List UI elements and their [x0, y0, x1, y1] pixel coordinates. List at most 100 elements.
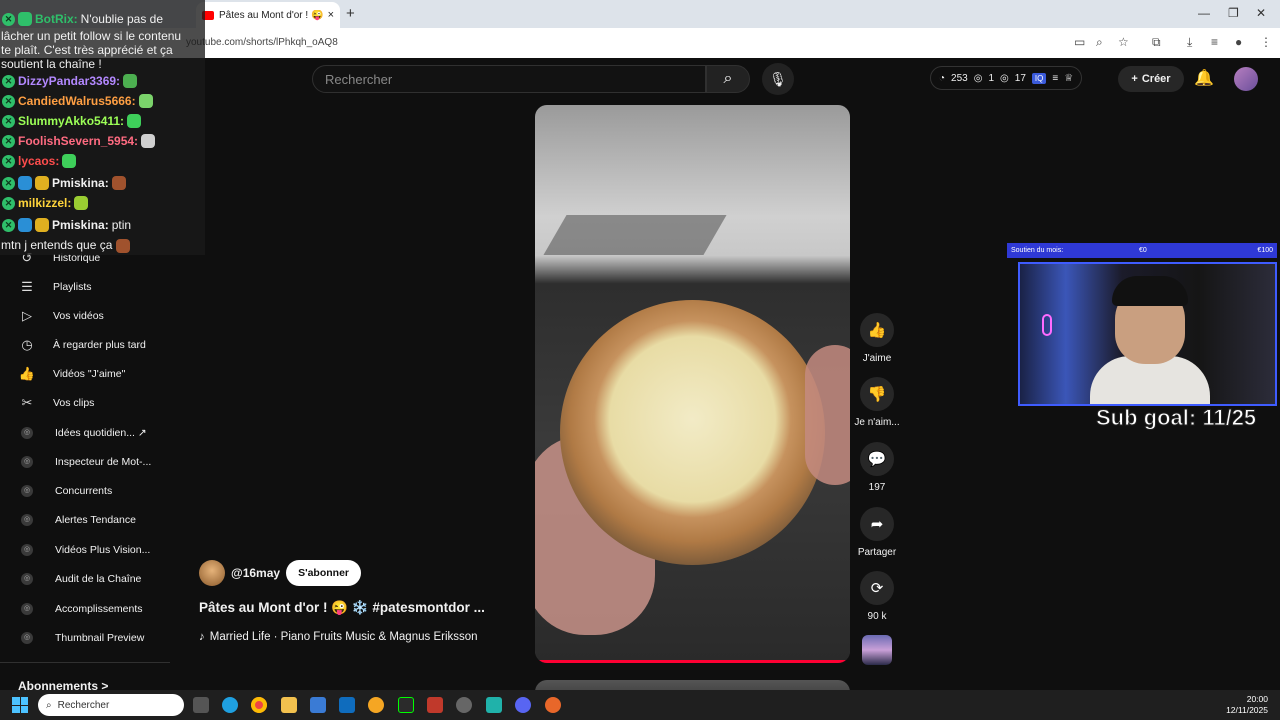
- sidebar-item-watch-later[interactable]: ◷ À regarder plus tard: [0, 331, 170, 359]
- emote-icon: [138, 94, 153, 108]
- dislike-action[interactable]: 👎 Je n'aim...: [852, 377, 902, 428]
- notifications-bell-icon[interactable]: 🔔: [1194, 68, 1214, 88]
- sidebar-item-trend-alerts[interactable]: ◎ Alertes Tendance: [0, 506, 170, 534]
- profile-icon[interactable]: ●: [1235, 35, 1242, 49]
- subscribe-button[interactable]: S'abonner: [286, 560, 361, 586]
- sidebar-item-achievements[interactable]: ◎ Accomplissements: [0, 595, 170, 623]
- trophy-icon[interactable]: ♕: [1064, 73, 1073, 84]
- moderator-badge-icon: ✕: [2, 94, 15, 108]
- share-label: Partager: [857, 547, 897, 558]
- sidebar-item-label: Vos clips: [53, 397, 95, 409]
- taskbar-search-input[interactable]: ⌕ Rechercher: [38, 694, 184, 716]
- short-title[interactable]: Pâtes au Mont d'or ! 😜 ❄️ #patesmontdor …: [199, 600, 485, 616]
- sidebar-item-most-viewed[interactable]: ◎ Vidéos Plus Vision...: [0, 536, 170, 564]
- store-icon[interactable]: [310, 697, 326, 713]
- thumbs-up-icon[interactable]: 👍: [860, 313, 894, 347]
- vidiq-icon: ◎: [21, 485, 33, 497]
- sidebar-item-label: Vidéos Plus Vision...: [55, 544, 151, 556]
- channel-name[interactable]: @16may: [231, 566, 280, 580]
- sidebar-item-liked-videos[interactable]: 👍 Vidéos "J'aime": [0, 360, 170, 388]
- windows-start-icon[interactable]: [12, 697, 28, 713]
- app-icon[interactable]: [368, 697, 384, 713]
- new-tab-button[interactable]: +: [346, 5, 355, 22]
- download-icon[interactable]: ⤓: [1187, 35, 1192, 50]
- file-explorer-icon[interactable]: [281, 697, 297, 713]
- discord-icon[interactable]: [515, 697, 531, 713]
- app-icon[interactable]: [545, 697, 561, 713]
- edge-icon[interactable]: [222, 697, 238, 713]
- sidebar-item-thumbnail-preview[interactable]: ◎ Thumbnail Preview: [0, 624, 170, 652]
- sidebar-item-label: Accomplissements: [55, 603, 143, 615]
- obs-icon[interactable]: [456, 697, 472, 713]
- task-view-icon[interactable]: [193, 697, 209, 713]
- video-pasta-bowl: [560, 300, 825, 565]
- app-icon[interactable]: [486, 697, 502, 713]
- sidebar-item-competitors[interactable]: ◎ Concurrents: [0, 477, 170, 505]
- create-button[interactable]: + Créer: [1118, 66, 1184, 92]
- tab-close-button[interactable]: ×: [328, 9, 334, 21]
- playlist-icon: ☰: [21, 279, 33, 294]
- donation-goal-current: €0: [1139, 247, 1147, 254]
- emote-icon: [18, 12, 32, 26]
- voice-search-button[interactable]: 🎙: [762, 63, 794, 95]
- cast-icon[interactable]: ▭: [1074, 35, 1085, 49]
- zoom-icon[interactable]: ⌕: [1096, 35, 1103, 50]
- chat-text: mtn j entends que ça: [1, 238, 113, 252]
- clock-icon: ◷: [21, 337, 33, 352]
- minimize-icon[interactable]: —: [1198, 6, 1210, 20]
- system-clock[interactable]: 20:00 12/11/2025: [1226, 694, 1268, 716]
- search-input[interactable]: Rechercher: [312, 65, 706, 93]
- badge-icon: [18, 218, 32, 232]
- list-icon[interactable]: ≡: [1052, 73, 1058, 84]
- share-icon[interactable]: ➦: [860, 507, 894, 541]
- search-button[interactable]: ⌕: [706, 65, 750, 93]
- comments-action[interactable]: 💬 197: [852, 442, 902, 493]
- moderator-badge-icon: ✕: [2, 196, 15, 210]
- bookmark-star-icon[interactable]: ☆: [1118, 35, 1129, 49]
- chat-username: lycaos:: [18, 154, 60, 168]
- comments-count: 197: [868, 482, 886, 493]
- app-icon[interactable]: [427, 697, 443, 713]
- sidebar-item-your-clips[interactable]: ✂ Vos clips: [0, 389, 170, 417]
- sidebar-item-daily-ideas[interactable]: ◎ Idées quotidien... ↗: [0, 419, 170, 447]
- comment-icon[interactable]: 💬: [860, 442, 894, 476]
- dislike-label: Je n'aim...: [854, 417, 900, 428]
- sidebar-item-channel-audit[interactable]: ◎ Audit de la Chaîne: [0, 565, 170, 593]
- sub-goal-counter: Sub goal: 11/25: [1095, 405, 1257, 431]
- restore-icon[interactable]: ❐: [1228, 6, 1239, 20]
- chrome-icon[interactable]: [251, 697, 267, 713]
- emote-icon: [111, 176, 126, 190]
- like-action[interactable]: 👍 J'aime: [852, 313, 902, 364]
- video-progress-bar[interactable]: [535, 660, 850, 663]
- chat-text: te plaît. C'est très apprécié et ça: [1, 43, 173, 57]
- remix-icon[interactable]: ⟳: [860, 571, 894, 605]
- remix-action[interactable]: ⟳ 90 k: [852, 571, 902, 622]
- sidebar-item-keyword-inspector[interactable]: ◎ Inspecteur de Mot-...: [0, 448, 170, 476]
- audio-app-icon[interactable]: [398, 697, 414, 713]
- close-window-icon[interactable]: ✕: [1256, 6, 1266, 20]
- menu-dots-icon[interactable]: ⋮: [1260, 35, 1272, 49]
- media-icon[interactable]: ≡: [1211, 35, 1218, 49]
- extension-stats[interactable]: ◔ 253 ◎ 1 ◎ 17 IQ ≡ ♕: [930, 66, 1083, 90]
- outlook-icon[interactable]: [339, 697, 355, 713]
- external-link-icon: ↗: [137, 427, 147, 439]
- extensions-icon[interactable]: ⧉: [1152, 35, 1161, 50]
- emote-icon: [115, 238, 130, 253]
- share-action[interactable]: ➦ Partager: [852, 507, 902, 558]
- plus-icon: +: [1131, 73, 1138, 85]
- account-avatar[interactable]: [1234, 67, 1258, 91]
- chat-message: ✕ Pmiskina: ptin: [2, 218, 131, 232]
- sidebar-item-your-videos[interactable]: ▷ Vos vidéos: [0, 302, 170, 330]
- sound-thumbnail[interactable]: [862, 635, 892, 665]
- browser-tab[interactable]: Pâtes au Mont d'or ! 😜 ❄️ ×: [196, 2, 340, 28]
- moderator-badge-icon: ✕: [2, 218, 15, 232]
- sidebar-item-playlists[interactable]: ☰ Playlists: [0, 273, 170, 301]
- badge-icon: [18, 176, 32, 190]
- vidiq-icon[interactable]: IQ: [1031, 72, 1047, 84]
- short-video-player[interactable]: [535, 105, 850, 663]
- streamer-webcam: [1018, 262, 1277, 406]
- music-row[interactable]: ♪ Married Life · Piano Fruits Music & Ma…: [199, 631, 478, 643]
- url-field[interactable]: youtube.com/shorts/lPhkqh_oAQ8: [186, 37, 338, 48]
- thumbs-down-icon[interactable]: 👎: [860, 377, 894, 411]
- channel-avatar[interactable]: [199, 560, 225, 586]
